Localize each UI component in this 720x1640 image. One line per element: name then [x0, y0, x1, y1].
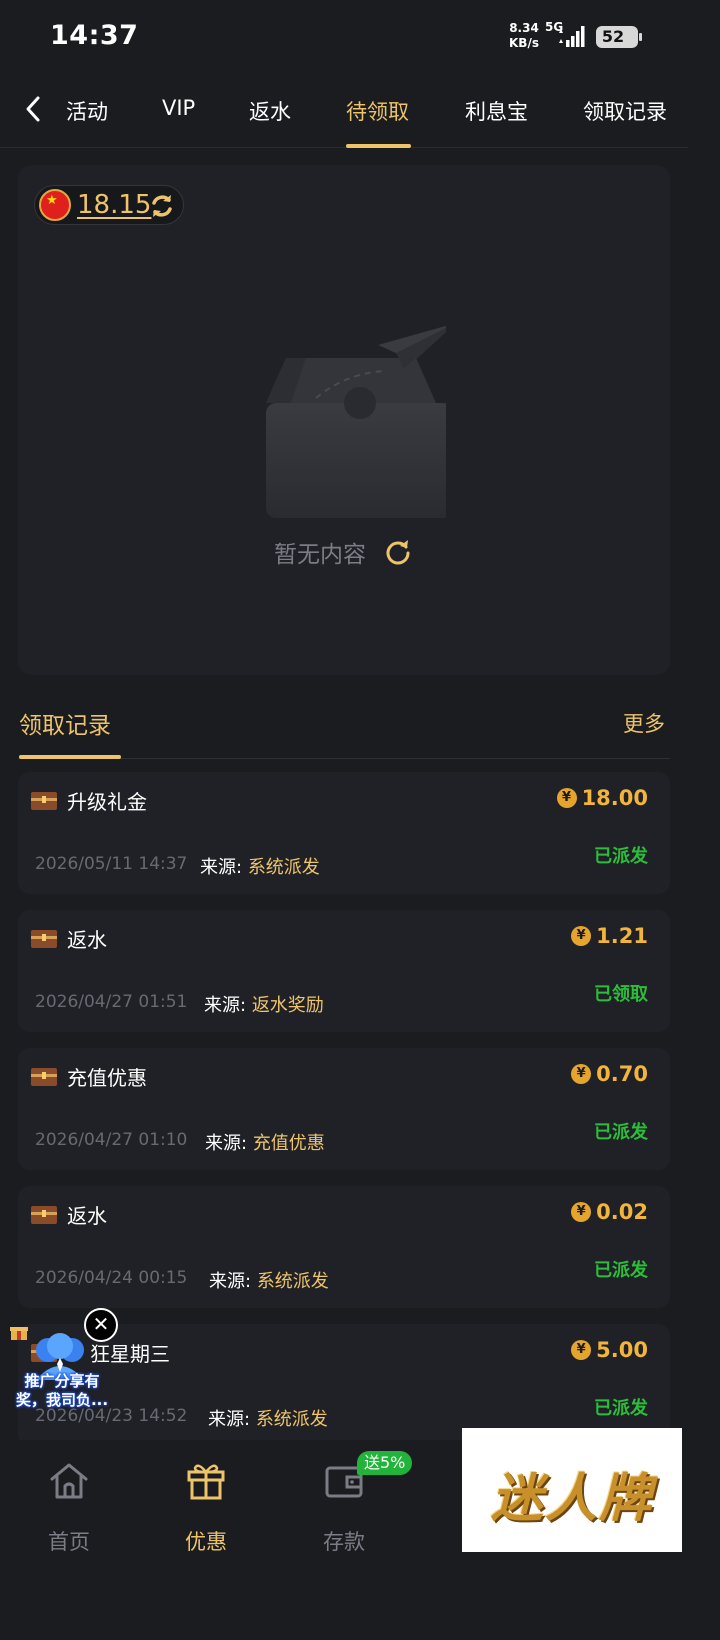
- network-speed-value: 8.34: [509, 21, 539, 35]
- tab-activities[interactable]: 活动: [66, 96, 108, 126]
- record-source-value: 系统派发: [256, 1271, 329, 1292]
- yen-coin-icon: ¥: [571, 1202, 592, 1222]
- record-status: 已领取: [594, 984, 648, 1005]
- record-title: 返水: [67, 1204, 107, 1228]
- record-status: 已派发: [594, 846, 648, 867]
- network-speed: 8.34 KB/s: [509, 21, 539, 51]
- record-amount: ¥0.70: [571, 1062, 648, 1086]
- record-source: 来源: 返水奖励: [204, 991, 324, 1017]
- active-tab-indicator: [346, 144, 411, 148]
- record-title: 充值优惠: [67, 1066, 147, 1090]
- battery-level: 52: [601, 27, 625, 46]
- promo-text-line1: 推广分享有: [24, 1372, 100, 1390]
- record-status: 已派发: [594, 1260, 648, 1281]
- record-source-prefix: 来源:: [204, 995, 247, 1016]
- yen-coin-icon: ¥: [571, 1064, 592, 1084]
- record-source: 来源: 充值优惠: [205, 1129, 325, 1155]
- nav-deposit-label: 存款: [323, 1530, 365, 1554]
- record-title: 返水: [67, 928, 107, 952]
- record-amount: ¥5.00: [571, 1338, 648, 1362]
- empty-refresh-icon[interactable]: [384, 537, 412, 565]
- promo-text-line2: 奖，我司负...: [15, 1391, 109, 1409]
- record-source-prefix: 来源:: [208, 1409, 251, 1430]
- record-title: 升级礼金: [67, 790, 147, 814]
- refresh-icon[interactable]: [147, 191, 177, 221]
- record-amount: ¥1.21: [571, 924, 648, 948]
- record-status: 已派发: [594, 1398, 648, 1419]
- record-amount-value: 0.02: [596, 1200, 648, 1224]
- nav-home-label: 首页: [48, 1530, 90, 1554]
- record-amount-value: 1.21: [596, 924, 648, 948]
- record-source-prefix: 来源:: [200, 857, 243, 878]
- record-card[interactable]: 返水 ¥0.02 2026/04/24 00:15 来源: 系统派发 已派发: [18, 1186, 670, 1308]
- record-source-prefix: 来源:: [209, 1271, 252, 1292]
- promo-close-button[interactable]: ✕: [84, 1308, 118, 1342]
- record-card[interactable]: 返水 ¥1.21 2026/04/27 01:51 来源: 返水奖励 已领取: [18, 910, 670, 1032]
- record-source-prefix: 来源:: [205, 1133, 248, 1154]
- status-bar: 14:37 8.34 KB/s 5G 52: [0, 0, 688, 76]
- record-card[interactable]: 升级礼金 ¥18.00 2026/05/11 14:37 来源: 系统派发 已派…: [18, 772, 670, 894]
- network-speed-unit: KB/s: [509, 36, 539, 50]
- yen-coin-icon: ¥: [571, 1340, 592, 1360]
- record-time: 2026/04/27 01:10: [35, 1130, 188, 1150]
- tab-claim-records[interactable]: 领取记录: [583, 96, 667, 126]
- yen-coin-icon: ¥: [571, 926, 592, 946]
- china-flag-icon: ★: [39, 189, 71, 221]
- treasure-chest-icon: [31, 1068, 57, 1086]
- nav-home[interactable]: 首页: [21, 1456, 117, 1556]
- record-source-value: 系统派发: [255, 1409, 328, 1430]
- record-amount: ¥18.00: [556, 786, 648, 810]
- record-amount-value: 5.00: [596, 1338, 648, 1362]
- treasure-chest-icon: [31, 1206, 57, 1224]
- empty-box-icon: [266, 325, 446, 518]
- record-source-value: 系统派发: [247, 857, 320, 878]
- yen-coin-icon: ¥: [556, 788, 577, 808]
- tab-vip[interactable]: VIP: [162, 96, 195, 120]
- record-source: 来源: 系统派发: [208, 1405, 328, 1431]
- back-arrow-icon[interactable]: [20, 92, 46, 126]
- tab-pending[interactable]: 待领取: [346, 96, 409, 126]
- home-icon: [50, 1463, 88, 1499]
- treasure-chest-icon: [31, 930, 57, 948]
- records-title-underline: [19, 755, 121, 759]
- record-status: 已派发: [594, 1122, 648, 1143]
- nav-promotions[interactable]: 优惠: [158, 1456, 254, 1556]
- record-time: 2026/04/24 00:15: [35, 1268, 188, 1288]
- gift-icon: [187, 1464, 225, 1500]
- record-source-value: 充值优惠: [252, 1133, 325, 1154]
- battery-icon: 52: [596, 26, 642, 48]
- record-source-value: 返水奖励: [251, 995, 324, 1016]
- record-source: 来源: 系统派发: [209, 1267, 329, 1293]
- promo-float-widget[interactable]: 推广分享有 奖，我司负... ✕: [4, 1308, 120, 1418]
- record-source: 来源: 系统派发: [200, 853, 320, 879]
- balance-value: 18.15: [77, 190, 152, 220]
- tab-bar: 活动 VIP 返水 待领取 利息宝 领取记录: [0, 76, 688, 148]
- signal-icon: [559, 26, 585, 47]
- record-time: 2026/04/27 01:51: [35, 992, 188, 1012]
- gift-box-small-icon: [10, 1327, 28, 1340]
- watermark-logo: 迷人牌: [462, 1428, 682, 1552]
- battery-nub: [639, 33, 642, 41]
- watermark-text: 迷人牌: [490, 1469, 653, 1529]
- record-amount-value: 0.70: [596, 1062, 648, 1086]
- deposit-bonus-badge: 送5%: [357, 1451, 413, 1475]
- balance-pill[interactable]: ★ 18.15: [34, 185, 184, 225]
- record-card[interactable]: 充值优惠 ¥0.70 2026/04/27 01:10 来源: 充值优惠 已派发: [18, 1048, 670, 1170]
- pending-card: ★ 18.15 暂无内容: [18, 165, 670, 675]
- tab-rebate[interactable]: 返水: [249, 96, 291, 126]
- records-section-title[interactable]: 领取记录: [19, 706, 111, 740]
- record-time: 2026/05/11 14:37: [35, 854, 188, 874]
- status-time: 14:37: [50, 20, 139, 51]
- empty-state-text: 暂无内容: [274, 542, 366, 568]
- tab-interest[interactable]: 利息宝: [465, 96, 528, 126]
- nav-promotions-label: 优惠: [185, 1530, 227, 1554]
- promo-text: 推广分享有 奖，我司负...: [4, 1372, 120, 1410]
- more-link[interactable]: 更多: [623, 708, 665, 738]
- record-amount-value: 18.00: [581, 786, 648, 810]
- record-amount: ¥0.02: [571, 1200, 648, 1224]
- treasure-chest-icon: [31, 792, 57, 810]
